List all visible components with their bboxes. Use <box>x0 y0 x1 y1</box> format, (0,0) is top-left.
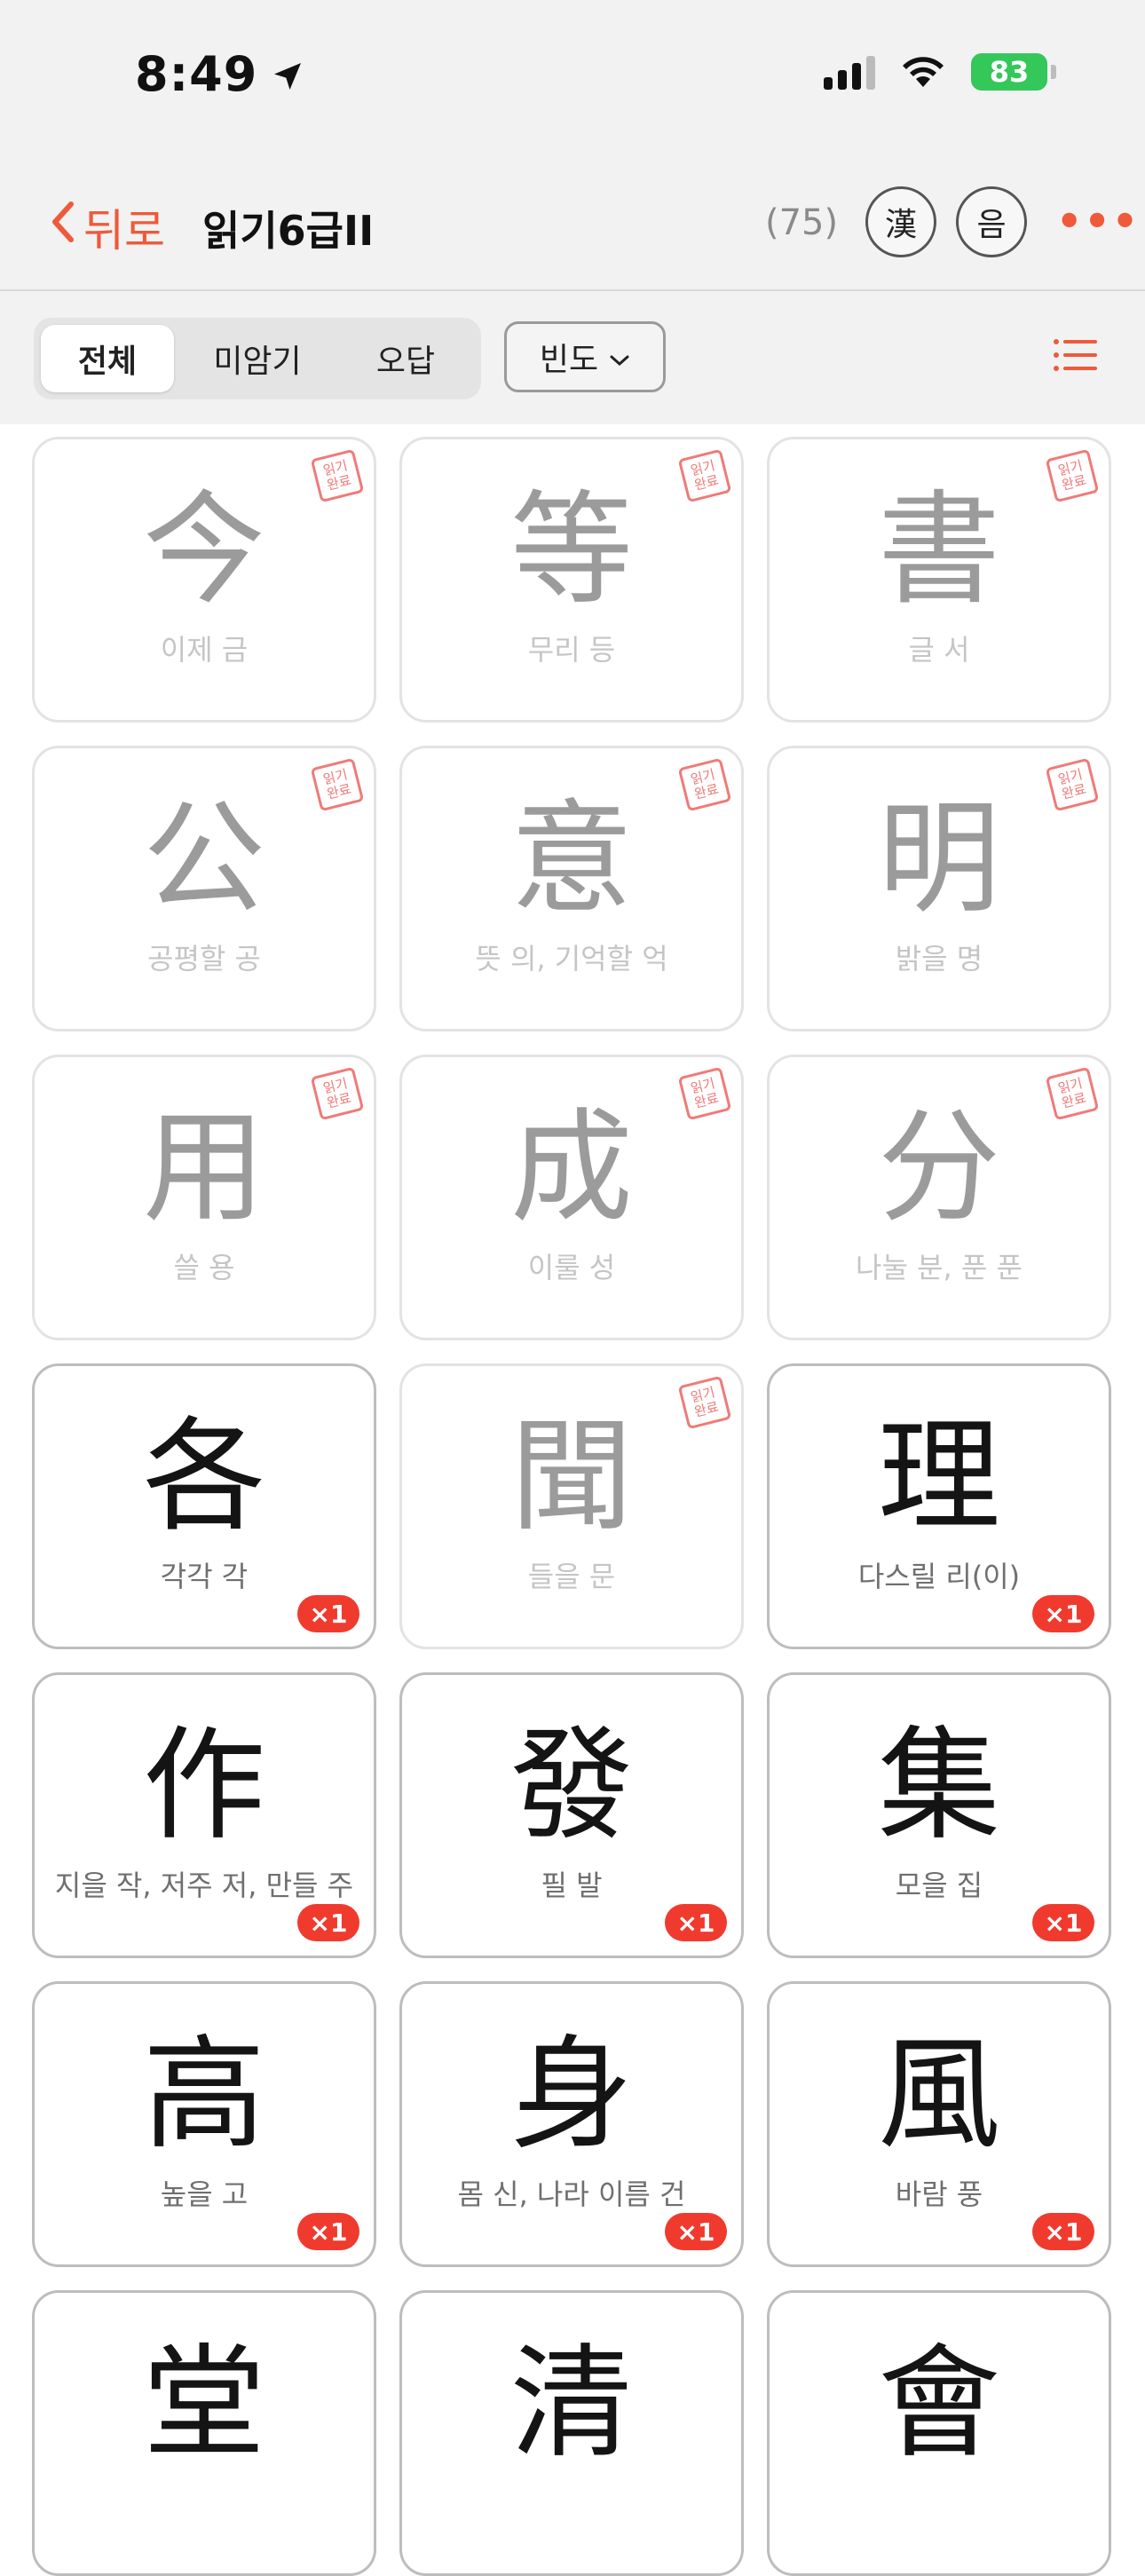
wrong-count-badge: ×1 <box>1032 1595 1094 1632</box>
hanja-meaning: 이제 금 <box>160 633 249 667</box>
hanja-character: 書 <box>877 478 1000 621</box>
hanja-character: 成 <box>509 1096 633 1239</box>
header-divider <box>0 289 1145 291</box>
hanja-character: 發 <box>509 1714 633 1857</box>
wrong-count-badge: ×1 <box>665 1904 727 1941</box>
hanja-card[interactable]: 清 <box>399 2290 744 2576</box>
hanja-meaning: 다스릴 리(이) <box>857 1560 1021 1593</box>
location-arrow-icon <box>270 50 305 106</box>
hanja-meaning: 각각 각 <box>160 1560 249 1593</box>
hanja-meaning: 필 발 <box>541 1869 603 1902</box>
hanja-card[interactable]: 意뜻 의, 기억할 억 읽기완료 <box>399 746 744 1031</box>
status-time: 8:49 <box>135 46 305 106</box>
wrong-count-badge: ×1 <box>1032 1904 1094 1941</box>
hanja-card[interactable]: 今 이제 금 읽기완료 <box>32 437 376 723</box>
hanja-character: 明 <box>877 787 1000 930</box>
hanja-card[interactable]: 堂 <box>32 2290 376 2576</box>
hanja-character: 風 <box>877 2023 1000 2166</box>
hanja-character: 等 <box>509 478 633 621</box>
hanja-character: 聞 <box>509 1405 633 1548</box>
hanja-character: 用 <box>142 1096 265 1239</box>
hanja-meaning: 지을 작, 저주 저, 만들 주 <box>54 1869 354 1902</box>
filter-segmented-control: 전체 미암기 오답 <box>34 318 481 399</box>
hanja-card[interactable]: 作 지을 작, 저주 저, 만들 주 ×1 <box>32 1672 376 1958</box>
top-bar: 8:49 83 뒤로 읽기6급II (75) 漢 음 ••• 전체 미암기 오답… <box>0 0 1145 424</box>
hanja-card[interactable]: 聞 들을 문 읽기완료 <box>399 1363 744 1649</box>
tab-wrong-answers[interactable]: 오답 <box>339 325 472 392</box>
status-icons: 83 <box>824 51 1056 92</box>
hanja-meaning: 모을 집 <box>895 1869 983 1902</box>
hanja-card[interactable]: 分 나눌 분, 푼 푼 읽기완료 <box>767 1055 1111 1340</box>
hanja-card[interactable]: 發 필 발 ×1 <box>399 1672 744 1958</box>
hanja-character: 公 <box>142 787 265 930</box>
hanja-character: 高 <box>142 2023 265 2166</box>
battery-icon: 83 <box>971 53 1056 91</box>
hanja-character: 清 <box>509 2332 633 2475</box>
more-button[interactable]: ••• <box>1056 197 1140 245</box>
hanja-meaning: 공평할 공 <box>147 942 261 976</box>
hanja-character: 理 <box>877 1405 1000 1548</box>
hanja-meaning: 바람 풍 <box>895 2177 983 2211</box>
wrong-count-badge: ×1 <box>297 1595 359 1632</box>
hanja-card[interactable]: 等 무리 등 읽기완료 <box>399 437 744 723</box>
chevron-left-icon <box>50 201 75 255</box>
back-button[interactable]: 뒤로 <box>50 195 165 259</box>
item-count: (75) <box>765 202 839 243</box>
tab-unmemorized[interactable]: 미암기 <box>186 325 328 392</box>
hanja-character: 集 <box>877 1714 1000 1857</box>
navigation-bar: 뒤로 읽기6급II (75) 漢 음 ••• <box>0 169 1145 284</box>
hanja-meaning: 높을 고 <box>160 2177 249 2211</box>
hanja-character: 意 <box>509 787 633 930</box>
wrong-count-badge: ×1 <box>1032 2213 1094 2250</box>
chevron-down-icon <box>609 339 630 375</box>
hanja-character: 會 <box>877 2332 1000 2475</box>
hanja-meaning: 쓸 용 <box>173 1251 235 1284</box>
hanja-character: 今 <box>142 478 265 621</box>
wrong-count-badge: ×1 <box>297 2213 359 2250</box>
hanja-card[interactable]: 高 높을 고 ×1 <box>32 1981 376 2267</box>
hanja-toggle-button[interactable]: 漢 <box>865 186 936 257</box>
hanja-meaning: 글 서 <box>908 633 970 667</box>
hanja-card[interactable]: 用쓸 용 읽기완료 <box>32 1055 376 1340</box>
cellular-signal-icon <box>824 54 875 90</box>
wifi-icon <box>898 51 948 92</box>
list-view-icon[interactable] <box>1053 337 1099 376</box>
hanja-character: 作 <box>142 1714 265 1857</box>
hanja-card[interactable]: 風 바람 풍 ×1 <box>767 1981 1111 2267</box>
tab-all[interactable]: 전체 <box>41 325 174 392</box>
hanja-card[interactable]: 會 <box>767 2290 1111 2576</box>
hanja-meaning: 몸 신, 나라 이름 건 <box>457 2177 686 2211</box>
hanja-card[interactable]: 理 다스릴 리(이) ×1 <box>767 1363 1111 1649</box>
hanja-card[interactable]: 書글 서 읽기완료 <box>767 437 1111 723</box>
back-label: 뒤로 <box>83 205 165 257</box>
wrong-count-badge: ×1 <box>665 2213 727 2250</box>
hanja-card[interactable]: 身 몸 신, 나라 이름 건 ×1 <box>399 1981 744 2267</box>
hanja-meaning: 무리 등 <box>527 633 616 667</box>
hanja-card[interactable]: 明 밝을 명 읽기완료 <box>767 746 1111 1031</box>
hanja-meaning: 이룰 성 <box>527 1251 616 1284</box>
page-title: 읽기6급II <box>202 207 375 255</box>
hanja-card[interactable]: 公 공평할 공 읽기완료 <box>32 746 376 1031</box>
sound-toggle-button[interactable]: 음 <box>956 186 1027 257</box>
sort-label: 빈도 <box>539 342 599 378</box>
hanja-meaning: 밝을 명 <box>895 942 983 976</box>
hanja-card[interactable]: 各 각각 각 ×1 <box>32 1363 376 1649</box>
hanja-character: 身 <box>509 2023 633 2166</box>
hanja-meaning: 들을 문 <box>527 1560 616 1593</box>
hanja-meaning: 나눌 분, 푼 푼 <box>856 1251 1023 1284</box>
hanja-character: 堂 <box>142 2332 265 2475</box>
sort-dropdown[interactable]: 빈도 <box>504 321 666 392</box>
hanja-character: 各 <box>142 1405 265 1548</box>
hanja-meaning: 뜻 의, 기억할 억 <box>475 942 668 976</box>
hanja-card[interactable]: 集 모을 집 ×1 <box>767 1672 1111 1958</box>
hanja-card[interactable]: 成 이룰 성 읽기완료 <box>399 1055 744 1340</box>
hanja-character: 分 <box>877 1096 1000 1239</box>
wrong-count-badge: ×1 <box>297 1904 359 1941</box>
